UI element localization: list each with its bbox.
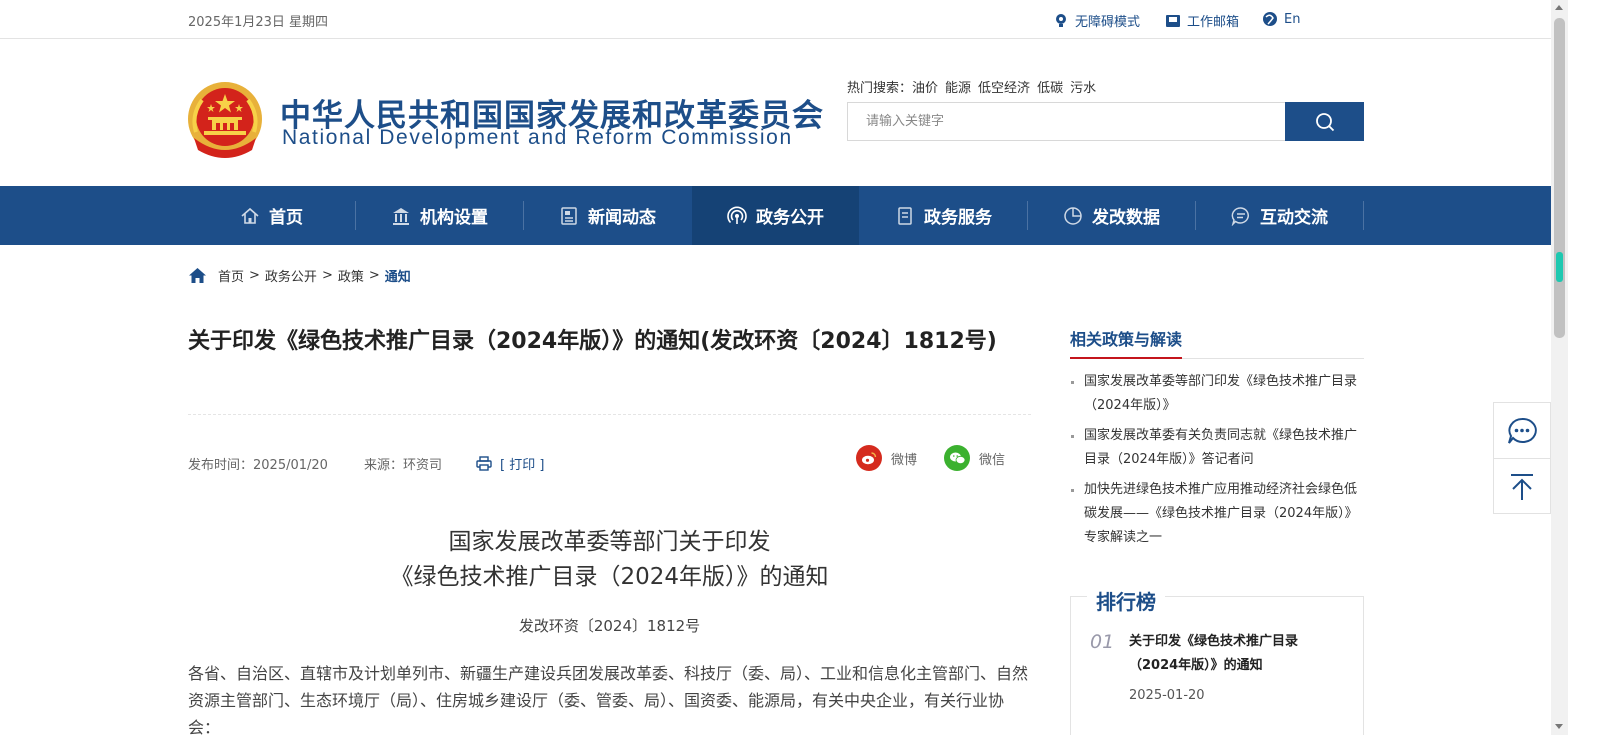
related-policy-link[interactable]: 国家发展改革委有关负责同志就《绿色技术推广目录（2024年版）》答记者问 — [1071, 424, 1364, 472]
nav-item-services[interactable]: 政务服务 — [860, 186, 1027, 245]
lightbulb-icon — [1056, 13, 1066, 27]
share-weibo-button[interactable]: 微博 — [856, 445, 917, 471]
main-nav: 首页 机构设置 新闻动态 政务公开 政务服务 发改数据 互动交流 — [0, 186, 1551, 245]
floating-toolbar — [1493, 402, 1551, 514]
nav-item-data[interactable]: 发改数据 — [1028, 186, 1195, 245]
chat-bubble-icon — [1508, 417, 1537, 444]
scroll-down-arrow[interactable] — [1555, 724, 1563, 729]
news-icon — [561, 206, 577, 225]
home-icon — [241, 207, 259, 224]
nav-label: 机构设置 — [420, 208, 488, 228]
publish-time: 发布时间：2025/01/20 — [188, 458, 328, 473]
accessibility-mode-link[interactable]: 无障碍模式 — [1053, 11, 1140, 30]
accessibility-mode-label: 无障碍模式 — [1075, 15, 1141, 30]
nav-label: 首页 — [269, 208, 303, 228]
document-heading-line-2: 《绿色技术推广目录（2024年版）》的通知 — [390, 564, 829, 590]
home-icon[interactable] — [188, 267, 207, 284]
nav-item-interaction[interactable]: 互动交流 — [1196, 186, 1363, 245]
arrow-up-icon — [1511, 473, 1533, 500]
nav-label: 政务公开 — [756, 208, 824, 228]
ranking-number: 01 — [1090, 631, 1115, 653]
ranking-item-date: 2025-01-20 — [1129, 688, 1205, 703]
printer-icon — [476, 456, 492, 471]
related-title-underline — [1070, 357, 1182, 359]
print-label: [ 打印 ] — [500, 458, 545, 473]
breadcrumb-separator: > — [249, 268, 260, 283]
search-bar — [847, 102, 1364, 141]
document-heading-line-1: 国家发展改革委等部门关于印发 — [448, 529, 771, 555]
site-title-english[interactable]: National Development and Reform Commissi… — [282, 126, 793, 150]
current-date: 2025年1月23日 星期四 — [188, 15, 329, 30]
share-wechat-label: 微信 — [979, 452, 1006, 468]
building-icon — [393, 207, 409, 225]
nav-item-news[interactable]: 新闻动态 — [524, 186, 691, 245]
english-version-link[interactable]: En — [1262, 11, 1300, 27]
nav-label: 新闻动态 — [588, 208, 656, 228]
work-mail-link[interactable]: 工作邮箱 — [1165, 11, 1239, 30]
print-button[interactable]: [ 打印 ] — [476, 454, 544, 473]
mail-icon — [1166, 14, 1180, 27]
globe-icon — [1263, 12, 1277, 26]
search-button[interactable] — [1285, 102, 1364, 141]
breadcrumb-link-policy[interactable]: 政策 — [338, 266, 364, 285]
breadcrumb: 首页 > 政务公开 > 政策 > 通知 — [188, 266, 411, 285]
related-policy-link[interactable]: 加快先进绿色技术推广应用推动经济社会绿色低碳发展——《绿色技术推广目录（2024… — [1071, 478, 1364, 550]
national-emblem-logo[interactable] — [186, 80, 264, 160]
hot-keyword[interactable]: 能源 — [945, 77, 971, 96]
weibo-icon — [856, 445, 882, 471]
ranking-title: 排行榜 — [1087, 586, 1165, 615]
share-weibo-label: 微博 — [891, 452, 918, 468]
nav-divider — [1363, 201, 1364, 230]
wechat-icon — [944, 445, 970, 471]
hot-keyword[interactable]: 污水 — [1070, 77, 1096, 96]
document-icon — [898, 206, 912, 225]
related-policies-title: 相关政策与解读 — [1070, 330, 1183, 349]
breadcrumb-current[interactable]: 通知 — [385, 266, 411, 285]
chat-icon — [1231, 206, 1249, 226]
related-policy-link[interactable]: 国家发展改革委等部门印发《绿色技术推广目录（2024年版）》 — [1071, 370, 1364, 418]
share-wechat-button[interactable]: 微信 — [944, 445, 1005, 471]
title-divider — [188, 414, 1031, 415]
nav-label: 发改数据 — [1092, 208, 1160, 228]
pie-chart-icon — [1064, 206, 1082, 225]
breadcrumb-link-home[interactable]: 首页 — [218, 266, 244, 285]
breadcrumb-separator: > — [321, 268, 333, 283]
search-icon — [1315, 112, 1334, 131]
hot-keyword[interactable]: 低空经济 — [978, 77, 1030, 96]
online-consult-button[interactable] — [1494, 403, 1550, 458]
ranking-item-link[interactable]: 关于印发《绿色技术推广目录（2024年版）》的通知 — [1129, 630, 1339, 678]
hot-search: 热门搜索： 油价 能源 低空经济 低碳 污水 — [847, 77, 1096, 96]
article-title: 关于印发《绿色技术推广目录（2024年版）》的通知(发改环资〔2024〕1812… — [188, 329, 997, 354]
search-input[interactable] — [848, 103, 1286, 140]
breadcrumb-link-government-affairs[interactable]: 政务公开 — [265, 266, 317, 285]
work-mail-label: 工作邮箱 — [1187, 15, 1240, 30]
nav-item-government-affairs[interactable]: 政务公开 — [692, 186, 859, 245]
broadcast-icon — [727, 206, 747, 224]
scroll-progress-marker — [1556, 252, 1563, 282]
page-scrollbar[interactable] — [1551, 0, 1568, 735]
english-label: En — [1284, 11, 1301, 27]
hot-keyword[interactable]: 低碳 — [1037, 77, 1063, 96]
hot-search-label: 热门搜索： — [847, 81, 913, 96]
nav-item-home[interactable]: 首页 — [188, 186, 355, 245]
breadcrumb-separator: > — [368, 268, 380, 283]
article-body: 各省、自治区、直辖市及计划单列市、新疆生产建设兵团发展改革委、科技厅（委、局）、… — [188, 664, 1029, 735]
top-bar: 2025年1月23日 星期四 无障碍模式 工作邮箱 En — [0, 0, 1551, 39]
hot-keyword[interactable]: 油价 — [912, 77, 938, 96]
article-source: 来源：环资司 — [364, 458, 443, 473]
scroll-up-arrow[interactable] — [1555, 5, 1563, 10]
nav-item-organization[interactable]: 机构设置 — [356, 186, 523, 245]
document-number: 发改环资〔2024〕1812号 — [518, 617, 701, 635]
nav-label: 互动交流 — [1260, 208, 1328, 228]
back-to-top-button[interactable] — [1494, 459, 1550, 514]
nav-label: 政务服务 — [924, 208, 992, 228]
scrollbar-thumb[interactable] — [1554, 18, 1565, 338]
